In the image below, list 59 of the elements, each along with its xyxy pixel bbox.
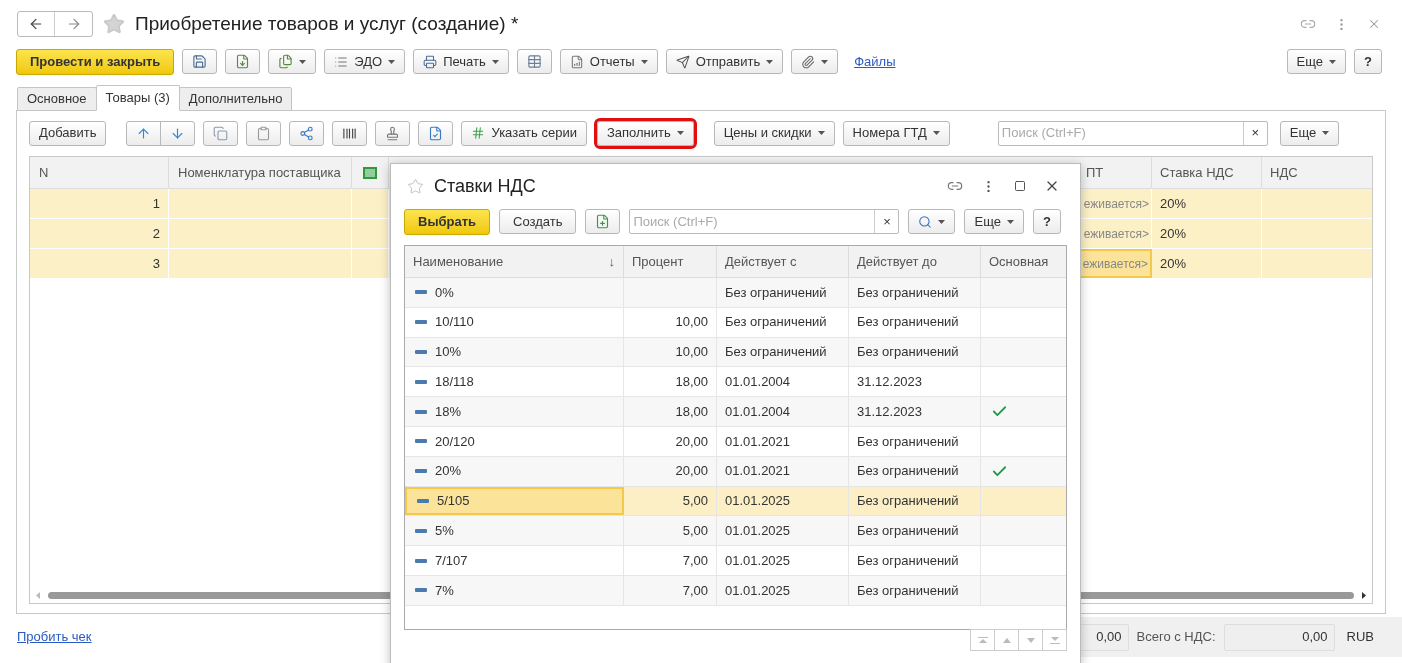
table-cell: 01.01.2025 — [717, 516, 849, 546]
table-cell: 3 — [30, 249, 169, 278]
table-cell-text: 7% — [435, 581, 454, 600]
table-cell: 2 — [30, 219, 169, 248]
table-cell: 10,00 — [624, 307, 717, 337]
table-cell-text: 5/105 — [437, 492, 470, 511]
dialog-title: Ставки НДС — [434, 174, 536, 198]
table-cell: 1 — [30, 189, 169, 218]
table-cell: 5,00 — [624, 486, 717, 516]
total-label: Всего с НДС: — [1136, 628, 1216, 647]
table-cell-text: 0% — [435, 283, 454, 302]
table-cell: 01.01.2025 — [717, 575, 849, 605]
table-cell: 01.01.2004 — [717, 397, 849, 426]
table-cell: 01.01.2021 — [717, 427, 849, 456]
table-cell-text: 20% — [435, 462, 462, 481]
currency-label: RUB — [1346, 628, 1374, 647]
table-cell: Без ограничений — [849, 307, 981, 337]
table-cell: 20,00 — [624, 456, 717, 486]
table-cell-text: 10% — [435, 343, 462, 362]
table-cell: Без ограничений — [717, 337, 849, 367]
table-cell: 20% — [1152, 219, 1262, 248]
window-title: Приобретение товаров и услуг (создание) * — [135, 11, 519, 36]
table-cell: 18,00 — [624, 397, 717, 426]
table-cell: 01.01.2025 — [717, 486, 849, 516]
table-cell-text: 20/120 — [435, 432, 475, 451]
table-cell: 5,00 — [624, 516, 717, 546]
table-cell-text: 18/118 — [435, 373, 474, 392]
table-cell: 31.12.2023 — [849, 367, 981, 397]
table-cell: 01.01.2021 — [717, 456, 849, 486]
table-cell: 31.12.2023 — [849, 397, 981, 426]
table-cell: 01.01.2025 — [717, 546, 849, 575]
table-cell: Без ограничений — [717, 307, 849, 337]
column-header: Номенклатура поставщика — [169, 157, 352, 188]
table-cell: Без ограничений — [849, 575, 981, 605]
table-cell: Без ограничений — [849, 546, 981, 575]
table-cell-text: 18% — [435, 402, 462, 421]
table-cell: 01.01.2004 — [717, 367, 849, 397]
table-cell: 18,00 — [624, 367, 717, 397]
column-header: ПТ — [1086, 163, 1104, 182]
column-header: N — [30, 157, 169, 188]
column-header: Ставка НДС — [1152, 157, 1262, 188]
table-cell: 20,00 — [624, 427, 717, 456]
table-cell: Без ограничений — [717, 278, 849, 307]
table-cell: Без ограничений — [849, 486, 981, 516]
table-cell: 20% — [1152, 189, 1262, 218]
table-cell: 7,00 — [624, 546, 717, 575]
table-cell: Без ограничений — [849, 278, 981, 307]
table-cell: Без ограничений — [849, 516, 981, 546]
table-cell-text: 7/107 — [435, 551, 468, 570]
table-cell: 7,00 — [624, 575, 717, 605]
table-cell: 10,00 — [624, 337, 717, 367]
table-cell-text: 10/110 — [435, 313, 474, 332]
column-header: НДС — [1269, 163, 1299, 182]
table-cell: Без ограничений — [849, 456, 981, 486]
table-cell: Без ограничений — [849, 427, 981, 456]
table-cell: 20% — [1152, 249, 1262, 278]
table-cell: Без ограничений — [849, 337, 981, 367]
table-cell-text: 5% — [435, 522, 454, 540]
sort-indicator: ↓ — [608, 252, 615, 271]
